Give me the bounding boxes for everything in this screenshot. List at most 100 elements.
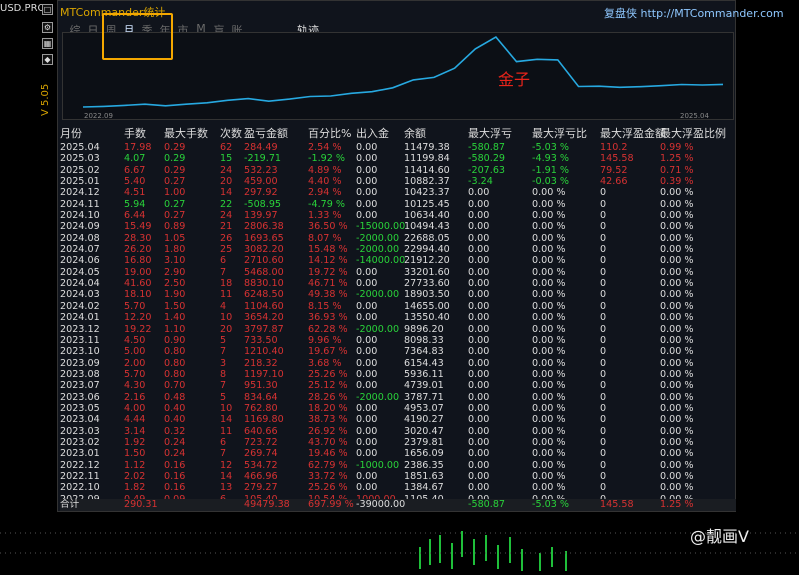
cell-month: 2024.02 [60, 300, 100, 312]
table-row[interactable]: 2024.03 18.10 1.90 11 6248.50 49.38 % -2000.00… [60, 289, 736, 300]
cell-io: 0.00 [356, 142, 378, 153]
cell-lots: 17.98 [124, 142, 152, 153]
cell-mfe: 0 [600, 312, 607, 324]
window-toggle-icon[interactable]: □ [42, 4, 53, 15]
table-row[interactable]: 2025.02 6.67 0.29 24 532.23 4.89 % 0.00 11414.6… [60, 165, 736, 176]
cell-mddp: 0.00 % [532, 448, 566, 460]
cell-bal: 2379.81 [404, 436, 444, 448]
cell-pct: 62.79 % [308, 459, 348, 471]
table-row[interactable]: 2023.09 2.00 0.80 3 218.32 3.68 % 0.00 6154.43 0… [60, 358, 736, 369]
cell-mddp: 0.00 % [532, 425, 566, 437]
cell-io: 0.00 [356, 278, 378, 290]
cell-bal: 3787.71 [404, 391, 444, 403]
cell-bal: 21912.20 [404, 255, 450, 267]
cell-maxlots: 0.27 [164, 198, 186, 210]
table-row[interactable]: 2023.12 19.22 1.10 20 3797.87 62.28 % -2000.00… [60, 324, 736, 335]
cell-pct: 43.70 % [308, 436, 348, 448]
cell-pct: 62.28 % [308, 323, 348, 335]
cell-count: 7 [220, 380, 227, 392]
version-label: V 5.05 [40, 83, 51, 117]
cell-pct: 26.92 % [308, 425, 348, 437]
cell-pct: 19.46 % [308, 448, 348, 460]
table-row[interactable]: 2024.08 28.30 1.05 26 1693.65 8.07 % -2000.00 2… [60, 233, 736, 244]
cell-maxlots: 0.29 [164, 164, 186, 176]
cell-bal: 4953.07 [404, 402, 444, 414]
brand-url[interactable]: http://MTCommander.com [641, 7, 784, 20]
cell-lots: 3.14 [124, 425, 146, 437]
cell-month: 2025.04 [60, 142, 100, 153]
cell-count: 6 [220, 436, 227, 448]
cell-io: 0.00 [356, 266, 378, 278]
table-row[interactable]: 2024.07 26.20 1.80 25 3082.20 15.48 % -2000.00… [60, 244, 736, 255]
cell-maxlots: 0.70 [164, 380, 186, 392]
table-row[interactable]: 2023.05 4.00 0.40 10 762.80 18.20 % 0.00 4953.0… [60, 403, 736, 414]
cell-mdd: 0.00 [468, 278, 490, 290]
table-row[interactable]: 2024.11 5.94 0.27 22 -508.95 -4.79 % 0.00 10125… [60, 199, 736, 210]
cell-mfep: 0.00 % [660, 368, 694, 380]
cell-mfe: 0 [600, 187, 607, 199]
table-row[interactable]: 2025.04 17.98 0.29 62 284.49 2.54 % 0.00 11479.… [60, 142, 736, 153]
table-row[interactable]: 2024.01 12.20 1.40 10 3654.20 36.93 % 0.00 1355… [60, 312, 736, 323]
cell-mfep: 0.00 % [660, 289, 694, 301]
cell-pct: 19.72 % [308, 266, 348, 278]
cell-mddp: -0.03 % [532, 176, 569, 188]
table-row[interactable]: 2024.05 19.00 2.90 7 5468.00 19.72 % 0.00 33201… [60, 267, 736, 278]
table-row[interactable]: 2022.11 2.02 0.16 14 466.96 33.72 % 0.00 1851.6… [60, 471, 736, 482]
table-row[interactable]: 2024.06 16.80 3.10 6 2710.60 14.12 % -14000.00… [60, 255, 736, 266]
cell-bal: 11479.38 [404, 142, 450, 153]
cell-mdd: 0.00 [468, 357, 490, 369]
table-row[interactable]: 2024.12 4.51 1.00 14 297.92 2.94 % 0.00 10423.3… [60, 187, 736, 198]
cell-count: 12 [220, 459, 233, 471]
cell-maxlots: 1.40 [164, 312, 186, 324]
cell-mdd: 0.00 [468, 402, 490, 414]
table-row[interactable]: 2024.10 6.44 0.27 24 139.97 1.33 % 0.00 10634.4… [60, 210, 736, 221]
cell-io: -2000.00 [356, 232, 400, 244]
cell-lots: 2.00 [124, 357, 146, 369]
cell-bal: 5936.11 [404, 368, 444, 380]
cell-bal: 13550.40 [404, 312, 450, 324]
cell-mddp: 0.00 % [532, 278, 566, 290]
cell-pct: 36.93 % [308, 312, 348, 324]
cell-month: 2024.05 [60, 266, 100, 278]
cell-mddp: 0.00 % [532, 232, 566, 244]
table-row[interactable]: 2023.03 3.14 0.32 11 640.66 26.92 % 0.00 3020.4… [60, 426, 736, 437]
table-row[interactable]: 2025.03 4.07 0.29 15 -219.71 -1.92 % 0.00 11199… [60, 153, 736, 164]
table-row[interactable]: 2023.07 4.30 0.70 7 951.30 25.12 % 0.00 4739.01… [60, 380, 736, 391]
table-row[interactable]: 2023.04 4.44 0.40 14 1169.80 38.73 % 0.00 4190.… [60, 414, 736, 425]
table-row[interactable]: 2024.09 15.49 0.89 21 2806.38 36.50 % -15000.0… [60, 221, 736, 232]
brand[interactable]: 复盘侠 http://MTCommander.com [604, 5, 784, 21]
cell-pct: 4.40 % [308, 176, 342, 188]
cell-mddp: -5.03 % [532, 142, 569, 153]
layout-icon[interactable]: ▦ [42, 38, 53, 49]
cell-bal: 11414.60 [404, 164, 450, 176]
cell-count: 11 [220, 289, 233, 301]
cell-io: 0.00 [356, 357, 378, 369]
table-row[interactable]: 2022.10 1.82 0.16 13 279.27 25.26 % 0.00 1384.6… [60, 482, 736, 493]
table-row[interactable]: 2023.10 5.00 0.80 7 1210.40 19.67 % 0.00 7364.8… [60, 346, 736, 357]
table-row[interactable]: 2023.01 1.50 0.24 7 269.74 19.46 % 0.00 1656.09… [60, 448, 736, 459]
cell-io: 0.00 [356, 402, 378, 414]
table-row[interactable]: 2022.12 1.12 0.16 12 534.72 62.79 % -1000.00 23… [60, 460, 736, 471]
cell-maxlots: 0.90 [164, 334, 186, 346]
table-row[interactable]: 2023.08 5.70 0.80 8 1197.10 25.26 % 0.00 5936.1… [60, 369, 736, 380]
cell-io: 0.00 [356, 334, 378, 346]
table-row[interactable]: 2025.01 5.40 0.27 20 459.00 4.40 % 0.00 10882.3… [60, 176, 736, 187]
cell-mfep: 0.00 % [660, 436, 694, 448]
cell-mddp: -4.93 % [532, 153, 569, 165]
cell-mfe: 0 [600, 255, 607, 267]
cell-mfe: 0 [600, 334, 607, 346]
col-header-7: 余额 [404, 127, 426, 140]
cell-maxlots: 0.16 [164, 459, 186, 471]
table-row[interactable]: 2024.04 41.60 2.50 18 8830.10 46.71 % 0.00 2773… [60, 278, 736, 289]
cell-lots: 5.40 [124, 176, 146, 188]
pin-icon[interactable]: ◆ [42, 54, 53, 65]
cell-pnl: 284.49 [244, 142, 278, 153]
table-row[interactable]: 2024.02 5.70 1.50 4 1104.60 8.15 % 0.00 14655.0… [60, 301, 736, 312]
cell-pnl: 1693.65 [244, 232, 284, 244]
cell-count: 10 [220, 402, 233, 414]
settings-icon[interactable]: ⚙ [42, 22, 53, 33]
cell-month: 2023.12 [60, 323, 100, 335]
table-row[interactable]: 2023.11 4.50 0.90 5 733.50 9.96 % 0.00 8098.33 0… [60, 335, 736, 346]
table-row[interactable]: 2023.06 2.16 0.48 5 834.64 28.26 % -2000.00 378… [60, 392, 736, 403]
table-row[interactable]: 2023.02 1.92 0.24 6 723.72 43.70 % 0.00 2379.81… [60, 437, 736, 448]
